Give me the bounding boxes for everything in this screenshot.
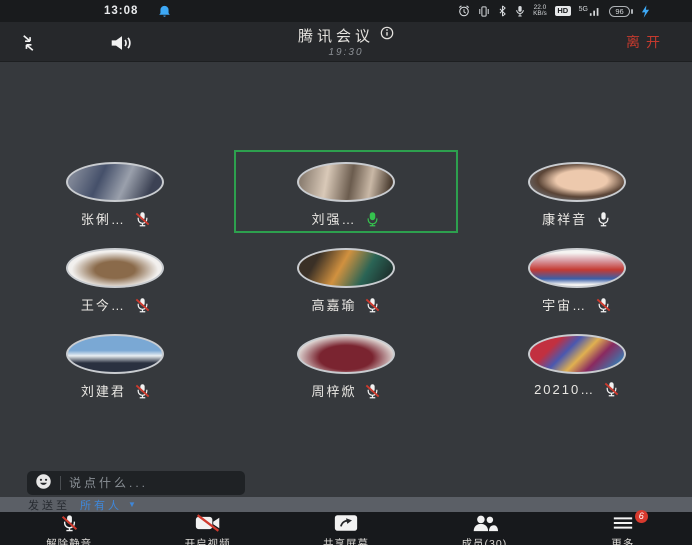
mic-muted-icon (365, 297, 380, 313)
mic-muted-icon (135, 297, 150, 313)
meeting-timer: 19:30 (0, 47, 692, 58)
network-speed-unit: KB/s (533, 11, 547, 18)
mic-active-icon (365, 211, 380, 227)
participant-tile[interactable]: 刘建君 (3, 322, 227, 405)
participant-name: 高嘉瑜 (311, 295, 356, 314)
alarm-icon (458, 5, 470, 17)
emoji-button[interactable] (35, 473, 52, 493)
network-speed: 22.0 KB/s (533, 5, 547, 18)
notification-bell-icon (158, 5, 171, 18)
leave-button[interactable]: 离开 (626, 32, 666, 52)
avatar (66, 162, 164, 202)
avatar (528, 334, 626, 374)
tool-label: 开启视频 (185, 536, 231, 545)
tool-label: 成员(30) (462, 536, 508, 545)
camera-off-icon (195, 514, 221, 535)
tool-label: 共享屏幕 (323, 536, 369, 545)
share-screen-icon (334, 514, 358, 535)
tool-label: 解除静音 (46, 536, 92, 545)
more-icon (612, 514, 634, 535)
send-to-label: 发送至 (28, 497, 70, 513)
mic-muted-icon (135, 383, 150, 399)
mic-status-icon (515, 5, 525, 17)
participant-name: 张俐… (81, 209, 126, 228)
mic-muted-icon (596, 297, 611, 313)
emoji-icon (35, 473, 52, 493)
participant-tile[interactable]: 周梓焮 (234, 322, 458, 405)
participant-name: 王今… (81, 295, 126, 314)
participant-name: 刘建君 (81, 381, 126, 400)
signal-icon: 5G (579, 6, 601, 17)
send-to-bar: 发送至 所有人 ▼ (0, 497, 692, 512)
tool-label: 更多 (611, 536, 634, 545)
avatar (297, 334, 395, 374)
participant-name: 宇宙… (542, 295, 587, 314)
start-video-button[interactable]: 开启视频 (167, 514, 249, 545)
clock-time: 13:08 (104, 5, 138, 17)
mic-muted-icon (61, 514, 78, 535)
avatar (66, 334, 164, 374)
participant-tile-active-speaker[interactable]: 刘强… (234, 150, 458, 233)
status-bar: 13:08 22.0 KB/s HD 5G (0, 0, 692, 22)
participant-grid: 张俐… 刘强… 康祥音 (0, 62, 692, 405)
battery-icon: 96 (609, 6, 633, 17)
mic-muted-icon (604, 381, 619, 397)
meeting-screen: 13:08 22.0 KB/s HD 5G (0, 0, 692, 545)
vibrate-icon (478, 6, 490, 17)
avatar (297, 162, 395, 202)
participant-tile[interactable]: 康祥音 (465, 150, 689, 233)
divider (60, 476, 61, 490)
participant-name: 刘强… (311, 209, 356, 228)
participant-tile[interactable]: 王今… (3, 236, 227, 319)
avatar (528, 248, 626, 288)
notification-badge: 6 (635, 510, 648, 523)
top-bar: 腾讯会议 19:30 离开 (0, 22, 692, 62)
battery-percent: 96 (609, 6, 630, 17)
bottom-toolbar: 解除静音 开启视频 共享屏幕 成员(30) 更多 6 (0, 512, 692, 545)
mic-muted-icon (135, 211, 150, 227)
participant-tile[interactable]: 20210… (465, 322, 689, 405)
hd-icon: HD (555, 6, 571, 16)
members-button[interactable]: 成员(30) (443, 514, 525, 545)
participant-name: 20210… (534, 382, 595, 397)
send-to-value: 所有人 (80, 497, 122, 513)
bluetooth-icon (498, 5, 507, 17)
mic-on-icon (596, 211, 611, 227)
network-type-label: 5G (579, 6, 588, 13)
avatar (297, 248, 395, 288)
charging-bolt-icon (641, 5, 650, 18)
unmute-button[interactable]: 解除静音 (28, 514, 110, 545)
participant-name: 周梓焮 (311, 381, 356, 400)
meeting-title: 腾讯会议 (298, 25, 374, 46)
participant-tile[interactable]: 宇宙… (465, 236, 689, 319)
avatar (66, 248, 164, 288)
participant-tile[interactable]: 张俐… (3, 150, 227, 233)
mic-muted-icon (365, 383, 380, 399)
members-icon (471, 514, 498, 535)
participant-name: 康祥音 (542, 209, 587, 228)
chat-bar (27, 471, 245, 495)
chevron-down-icon: ▼ (128, 500, 136, 509)
avatar (528, 162, 626, 202)
more-button[interactable]: 更多 6 (582, 514, 664, 545)
participant-tile[interactable]: 高嘉瑜 (234, 236, 458, 319)
info-icon[interactable] (380, 26, 394, 45)
chat-input[interactable] (69, 476, 237, 490)
send-to-selector[interactable]: 所有人 ▼ (80, 497, 136, 513)
share-screen-button[interactable]: 共享屏幕 (305, 514, 387, 545)
